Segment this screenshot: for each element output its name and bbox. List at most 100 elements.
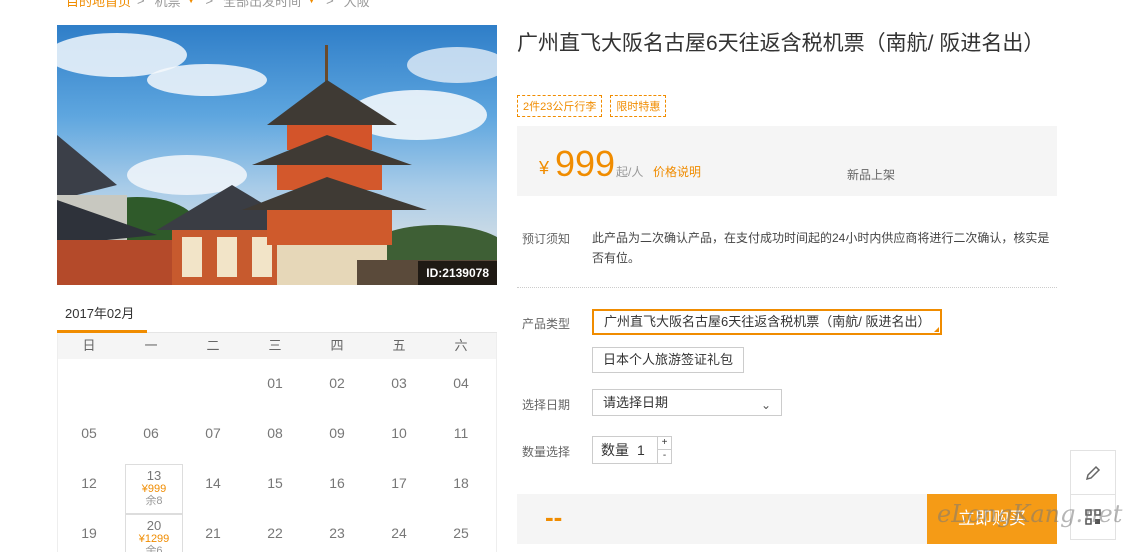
quantity-increment-button[interactable]: + xyxy=(658,437,671,450)
calendar-day: 08 xyxy=(244,417,306,467)
image-id-badge: ID:2139078 xyxy=(418,261,497,285)
calendar-day-number: 25 xyxy=(453,525,469,541)
calendar-day: 19 xyxy=(58,517,120,552)
notice-text: 此产品为二次确认产品，在支付成功时间起的24小时内供应商将进行二次确认，核实是否… xyxy=(592,231,1050,265)
calendar-day: 09 xyxy=(306,417,368,467)
calendar-day-number: 19 xyxy=(81,525,97,541)
weekday-label: 日 xyxy=(82,338,96,353)
product-title: 广州直飞大阪名古屋6天往返含税机票（南航/ 阪进名出） xyxy=(517,32,1045,55)
calendar-day-price: ¥1299 xyxy=(138,533,170,545)
price-amount: 999 xyxy=(555,143,616,184)
calendar-day: 02 xyxy=(306,367,368,417)
product-tag: 限时特惠 xyxy=(610,95,667,117)
quantity-steps: + - xyxy=(657,437,671,463)
calendar-day: 06 xyxy=(120,417,182,467)
weekday-label: 二 xyxy=(206,338,220,353)
price-unit: 起/人 xyxy=(616,165,644,179)
calendar-day-number: 04 xyxy=(453,375,469,391)
calendar-day-remaining: 余6 xyxy=(145,545,163,552)
date-label: 选择日期 xyxy=(522,398,571,412)
calendar-day-number: 07 xyxy=(205,425,221,441)
breadcrumb-separator: > xyxy=(137,0,145,8)
calendar-day: 01 xyxy=(244,367,306,417)
pencil-icon[interactable] xyxy=(1071,451,1115,495)
notice-label: 预订须知 xyxy=(522,232,571,246)
product-type-option-visa[interactable]: 日本个人旅游签证礼包 xyxy=(592,347,745,373)
watermark: eLongKang.net xyxy=(937,500,1123,528)
quantity-decrement-button[interactable]: - xyxy=(658,450,671,463)
pagoda-illustration xyxy=(57,33,497,285)
calendar-day: 15 xyxy=(244,467,306,517)
calendar-day-number: 21 xyxy=(205,525,221,541)
breadcrumb-separator: > xyxy=(205,0,214,8)
calendar-day-number: 01 xyxy=(267,375,283,391)
calendar-day: 12 xyxy=(58,467,120,517)
calendar-day-number: 18 xyxy=(453,475,469,491)
calendar-day-remaining: 余8 xyxy=(145,495,163,507)
calendar-day-number: 03 xyxy=(391,375,407,391)
chevron-down-icon: ⌄ xyxy=(760,398,771,412)
calendar-day-number: 14 xyxy=(205,475,221,491)
total-price: -- xyxy=(545,502,563,532)
calendar-day-number: 13 xyxy=(146,468,162,483)
calendar-day: 16 xyxy=(306,467,368,517)
calendar-day: 11 xyxy=(430,417,492,467)
calendar-day: 18 xyxy=(430,467,492,517)
calendar-day-number: 16 xyxy=(329,475,345,491)
product-hero-image: ID:2139078 xyxy=(57,25,497,285)
caret-down-icon[interactable]: ▼ xyxy=(187,0,196,5)
product-type-label: 产品类型 xyxy=(522,317,571,331)
calendar-day: 10 xyxy=(368,417,430,467)
breadcrumb: 目的地首页 > 机票 ▼ > 全部出发时间 ▼ > 大阪 xyxy=(66,0,376,10)
calendar-day-number: 20 xyxy=(146,518,162,533)
section-divider xyxy=(517,287,1057,288)
breadcrumb-separator: > xyxy=(326,0,334,8)
calendar-day: 07 xyxy=(182,417,244,467)
departure-calendar: 日 一 二 三 四 五 六 01 02 03 04 05 06 07 08 09 10 11 12 13 ¥999 余8… xyxy=(57,333,497,552)
calendar-day-number: 06 xyxy=(143,425,159,441)
breadcrumb-item[interactable]: 目的地首页 xyxy=(66,0,131,10)
price-explain-link[interactable]: 价格说明 xyxy=(653,163,701,180)
calendar-day: 25 xyxy=(430,517,492,552)
calendar-day-number: 17 xyxy=(391,475,407,491)
weekday-label: 六 xyxy=(454,338,468,353)
product-tags: 2件23公斤行李 限时特惠 xyxy=(517,95,667,117)
date-select-placeholder: 请选择日期 xyxy=(603,395,669,410)
calendar-month-tab[interactable]: 2017年02月 xyxy=(57,305,147,333)
calendar-day-price: ¥999 xyxy=(141,483,167,495)
breadcrumb-item[interactable]: 机票 xyxy=(155,0,181,10)
breadcrumb-item[interactable]: 大阪 xyxy=(344,0,370,10)
quantity-label: 数量选择 xyxy=(522,445,571,459)
calendar-day: 05 xyxy=(58,417,120,467)
calendar-day-number: 11 xyxy=(453,425,469,441)
calendar-day-available[interactable]: 13 ¥999 余8 xyxy=(125,464,183,514)
date-select[interactable]: 请选择日期 ⌄ xyxy=(592,389,782,416)
calendar-day-number: 10 xyxy=(391,425,407,441)
quantity-field-label: 数量 xyxy=(601,442,629,458)
product-type-option-flight[interactable]: 广州直飞大阪名古屋6天往返含税机票（南航/ 阪进名出） xyxy=(592,309,943,335)
calendar-day-available[interactable]: 20 ¥1299 余6 xyxy=(125,514,183,552)
calendar-day: 03 xyxy=(368,367,430,417)
calendar-day: 23 xyxy=(306,517,368,552)
calendar-day: 14 xyxy=(182,467,244,517)
calendar-day: 04 xyxy=(430,367,492,417)
calendar-day-number: 15 xyxy=(267,475,283,491)
weekday-label: 四 xyxy=(330,338,344,353)
calendar-day: 17 xyxy=(368,467,430,517)
quantity-stepper[interactable]: 数量 1 + - xyxy=(592,436,672,464)
caret-down-icon[interactable]: ▼ xyxy=(307,0,316,5)
quantity-value[interactable]: 1 xyxy=(637,442,645,458)
price-currency: ¥ xyxy=(539,158,550,178)
breadcrumb-item[interactable]: 全部出发时间 xyxy=(223,0,301,10)
calendar-day-number: 22 xyxy=(267,525,283,541)
calendar-day: 21 xyxy=(182,517,244,552)
calendar-day-number: 12 xyxy=(81,475,97,491)
product-tag: 2件23公斤行李 xyxy=(517,95,603,117)
calendar-day: 22 xyxy=(244,517,306,552)
weekday-label: 一 xyxy=(144,338,158,353)
calendar-day-number: 08 xyxy=(267,425,283,441)
price-box: ¥ 999 起/人 价格说明 新品上架 xyxy=(517,126,1057,196)
calendar-day-number: 24 xyxy=(391,525,407,541)
calendar-day-number: 23 xyxy=(329,525,345,541)
calendar-day-number: 09 xyxy=(329,425,345,441)
